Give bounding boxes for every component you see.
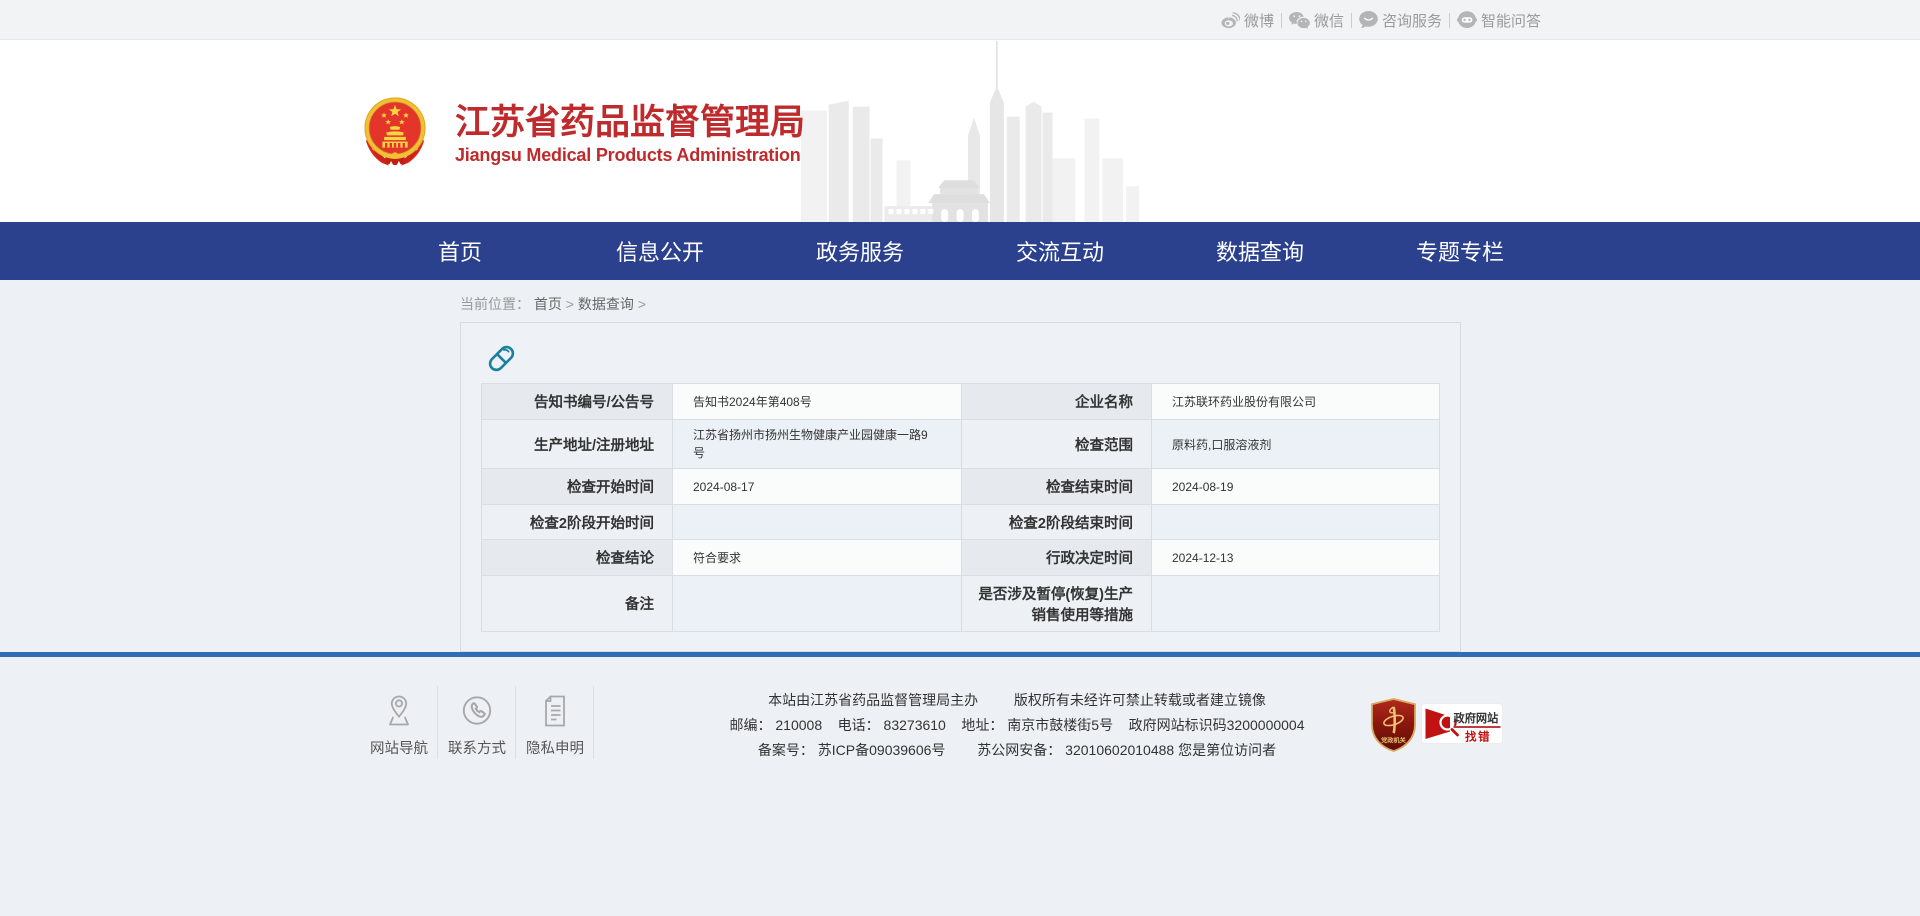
svg-text:党政机关: 党政机关	[1381, 737, 1407, 745]
svg-text:政府网站: 政府网站	[1454, 711, 1499, 725]
svg-text:找错: 找错	[1465, 730, 1491, 744]
